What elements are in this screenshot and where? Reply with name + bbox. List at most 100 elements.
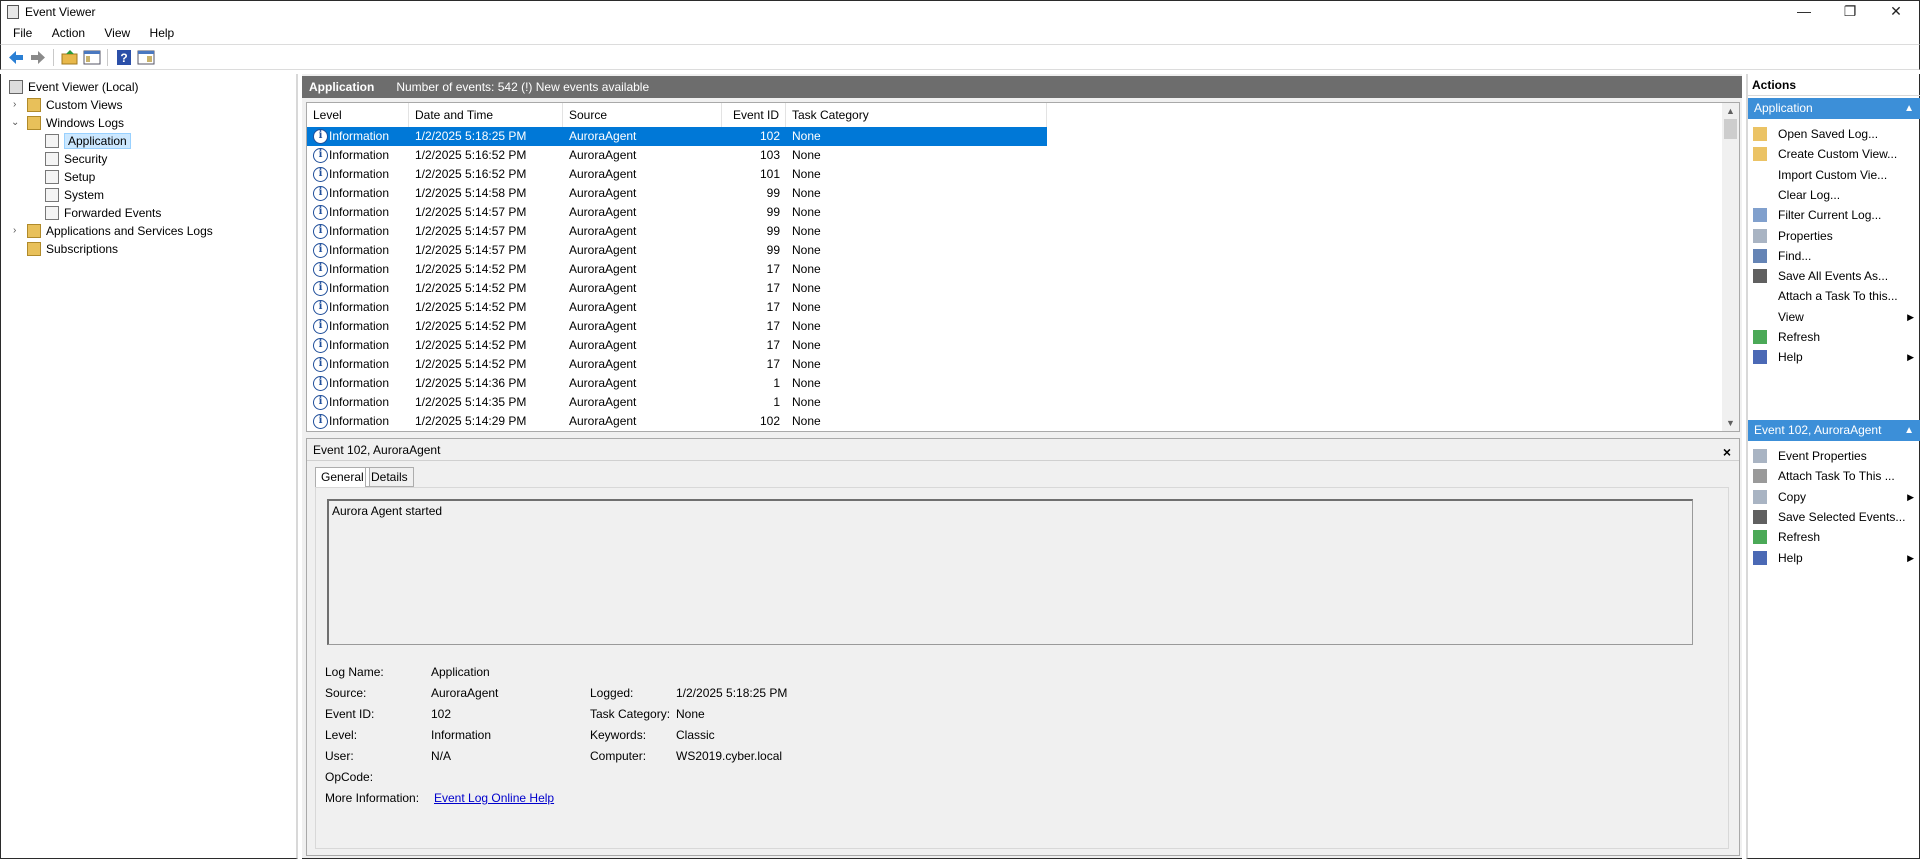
cell-level: Information (329, 167, 390, 181)
back-arrow-icon[interactable] (7, 49, 25, 66)
value-event-id: 102 (431, 707, 452, 721)
event-description[interactable]: Aurora Agent started (327, 499, 1693, 645)
event-log-online-help-link[interactable]: Event Log Online Help (434, 791, 554, 805)
tree-item-setup[interactable]: Setup (45, 168, 95, 186)
label-keywords: Keywords: (590, 728, 647, 742)
tree-item-application[interactable]: Application (45, 132, 131, 150)
action-item[interactable]: Help ▶ (1748, 546, 1920, 570)
value-user: N/A (431, 749, 452, 763)
tree-item-applications-services-logs[interactable]: Applications and Services Logs (27, 222, 213, 240)
cell-date-time: 1/2/2025 5:14:29 PM (415, 414, 527, 428)
cell-date-time: 1/2/2025 5:16:52 PM (415, 167, 527, 181)
event-row[interactable]: i Information 1/2/2025 5:14:57 PM AuroraAge… (307, 241, 1047, 260)
column-header-level[interactable]: Level (307, 103, 409, 127)
cell-date-time: 1/2/2025 5:18:25 PM (415, 129, 527, 143)
collapse-caret-icon[interactable]: ▲ (1904, 98, 1914, 119)
event-row[interactable]: i Information 1/2/2025 5:14:52 PM AuroraAge… (307, 298, 1047, 317)
event-row[interactable]: i Information 1/2/2025 5:14:35 PM AuroraAge… (307, 393, 1047, 412)
tree-item-event-viewer-local[interactable]: Event Viewer (Local) (9, 78, 139, 96)
action-label: Help (1778, 550, 1803, 565)
cell-task-category: None (792, 300, 821, 314)
event-row[interactable]: i Information 1/2/2025 5:16:52 PM AuroraAge… (307, 165, 1047, 184)
show-hide-console-tree-icon[interactable] (83, 49, 101, 66)
tree-item-subscriptions[interactable]: Subscriptions (27, 240, 118, 258)
event-row[interactable]: i Information 1/2/2025 5:14:52 PM AuroraAge… (307, 355, 1047, 374)
label-logged: Logged: (590, 686, 634, 700)
toolbar-separator (53, 49, 54, 66)
expand-chevron-icon[interactable]: › (13, 222, 23, 240)
event-row[interactable]: i Information 1/2/2025 5:18:25 PM AuroraAge… (307, 127, 1047, 146)
folder-icon (27, 224, 41, 238)
menu-bar: File Action View Help (0, 22, 1920, 44)
cell-level: Information (329, 262, 390, 276)
label-task-category: Task Category: (590, 707, 671, 721)
tree-item-windows-logs[interactable]: Windows Logs (27, 114, 124, 132)
column-header-task-category[interactable]: Task Category (786, 103, 1047, 127)
cell-task-category: None (792, 414, 821, 428)
event-row[interactable]: i Information 1/2/2025 5:14:52 PM AuroraAge… (307, 279, 1047, 298)
collapse-caret-icon[interactable]: ▲ (1904, 420, 1914, 441)
action-group-application[interactable]: Application ▲ (1748, 98, 1920, 119)
scroll-thumb[interactable] (1724, 119, 1737, 139)
create-custom-view-icon (1753, 147, 1767, 162)
event-row[interactable]: i Information 1/2/2025 5:14:52 PM AuroraAge… (307, 336, 1047, 355)
action-item[interactable]: Help ▶ (1748, 345, 1920, 369)
event-row[interactable]: i Information 1/2/2025 5:14:58 PM AuroraAge… (307, 184, 1047, 203)
column-header-date-time[interactable]: Date and Time (409, 103, 563, 127)
center-pane: Application Number of events: 542 (!) New… (302, 74, 1742, 859)
event-row[interactable]: i Information 1/2/2025 5:16:52 PM AuroraAge… (307, 146, 1047, 165)
value-source: AuroraAgent (431, 686, 499, 700)
cell-event-id: 103 (759, 148, 780, 162)
information-icon: i (313, 338, 328, 353)
folder-icon (27, 98, 41, 112)
tree-label: Event Viewer (Local) (28, 80, 139, 94)
help-icon[interactable]: ? (115, 49, 133, 66)
cell-source: AuroraAgent (569, 262, 637, 276)
menu-view[interactable]: View (96, 22, 138, 44)
close-detail-icon[interactable]: × (1723, 441, 1731, 463)
collapse-chevron-icon[interactable]: ⌄ (11, 114, 21, 132)
menu-file[interactable]: File (5, 22, 40, 44)
event-row[interactable]: i Information 1/2/2025 5:14:36 PM AuroraAge… (307, 374, 1047, 393)
restore-button[interactable]: ❐ (1827, 1, 1873, 23)
scroll-down-icon[interactable]: ▼ (1722, 415, 1739, 431)
event-row[interactable]: i Information 1/2/2025 5:14:29 PM AuroraAge… (307, 412, 1047, 431)
vertical-scrollbar[interactable]: ▲ ▼ (1722, 103, 1739, 431)
show-hide-action-pane-icon[interactable] (137, 49, 155, 66)
column-header-event-id[interactable]: Event ID (722, 103, 786, 127)
tab-general[interactable]: General (315, 467, 370, 488)
tree-item-system[interactable]: System (45, 186, 104, 204)
tab-details[interactable]: Details (365, 467, 414, 487)
action-group-event[interactable]: Event 102, AuroraAgent ▲ (1748, 420, 1920, 441)
event-row[interactable]: i Information 1/2/2025 5:14:57 PM AuroraAge… (307, 222, 1047, 241)
event-row[interactable]: i Information 1/2/2025 5:14:57 PM AuroraAge… (307, 203, 1047, 222)
expand-chevron-icon[interactable]: › (13, 96, 23, 114)
close-window-button[interactable]: ✕ (1873, 1, 1919, 23)
forward-arrow-icon[interactable] (29, 49, 47, 66)
minimize-button[interactable]: — (1781, 1, 1827, 23)
cell-task-category: None (792, 281, 821, 295)
column-header-source[interactable]: Source (563, 103, 722, 127)
tree-item-custom-views[interactable]: Custom Views (27, 96, 122, 114)
tree-label: Setup (64, 170, 96, 184)
cell-source: AuroraAgent (569, 395, 637, 409)
label-computer: Computer: (590, 749, 647, 763)
cell-event-id: 99 (766, 205, 780, 219)
tree-item-security[interactable]: Security (45, 150, 107, 168)
event-row[interactable]: i Information 1/2/2025 5:14:52 PM AuroraAge… (307, 317, 1047, 336)
information-icon: i (313, 129, 328, 144)
scroll-up-icon[interactable]: ▲ (1722, 103, 1739, 119)
information-icon: i (313, 205, 328, 220)
events-grid[interactable]: Level Date and Time Source Event ID Task… (306, 102, 1740, 432)
cell-date-time: 1/2/2025 5:14:52 PM (415, 262, 527, 276)
menu-help[interactable]: Help (142, 22, 183, 44)
event-row[interactable]: i Information 1/2/2025 5:14:52 PM AuroraAge… (307, 260, 1047, 279)
action-group-label: Event 102, AuroraAgent (1754, 423, 1882, 437)
value-logged: 1/2/2025 5:18:25 PM (676, 686, 788, 700)
menu-action[interactable]: Action (44, 22, 93, 44)
cell-level: Information (329, 186, 390, 200)
cell-task-category: None (792, 129, 821, 143)
tree-item-forwarded-events[interactable]: Forwarded Events (45, 204, 161, 222)
cell-task-category: None (792, 148, 821, 162)
up-folder-icon[interactable] (61, 49, 79, 66)
